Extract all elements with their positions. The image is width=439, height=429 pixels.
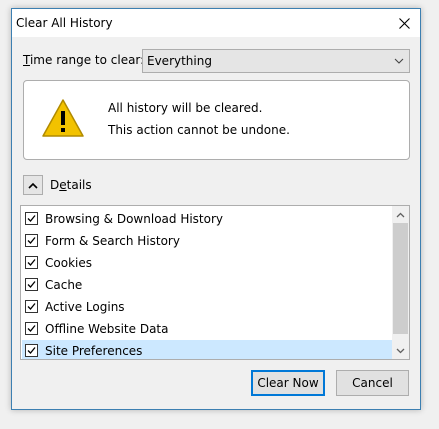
- warning-line-1: All history will be cleared.: [108, 101, 263, 115]
- chevron-up-icon: [396, 212, 405, 217]
- close-icon: [398, 17, 410, 29]
- list-item-label: Site Preferences: [45, 344, 143, 358]
- scroll-down-button[interactable]: [392, 342, 409, 359]
- checkbox[interactable]: [25, 234, 38, 247]
- checkbox[interactable]: [25, 344, 38, 357]
- list-item-label: Cookies: [45, 256, 92, 270]
- list-item[interactable]: Cookies: [22, 252, 392, 274]
- time-range-value: Everything: [147, 54, 212, 68]
- time-range-row: Time range to clear: Everything: [23, 49, 410, 73]
- time-range-select[interactable]: Everything: [142, 49, 410, 73]
- history-items-list[interactable]: Browsing & Download History Form & Searc…: [20, 205, 410, 360]
- checkmark-icon: [27, 325, 36, 332]
- warning-icon: [42, 99, 84, 137]
- checkbox[interactable]: [25, 278, 38, 291]
- list-item[interactable]: Offline Website Data: [22, 318, 392, 340]
- checkbox[interactable]: [25, 322, 38, 335]
- chevron-up-icon: [28, 182, 38, 189]
- warning-panel: All history will be cleared. This action…: [23, 80, 410, 160]
- list-item[interactable]: Cache: [22, 274, 392, 296]
- checkbox[interactable]: [25, 256, 38, 269]
- list-item-label: Active Logins: [45, 300, 125, 314]
- list-item-label: Browsing & Download History: [45, 212, 224, 226]
- clear-history-dialog: Clear All History Time range to clear: E…: [11, 8, 421, 410]
- list-item-label: Form & Search History: [45, 234, 180, 248]
- list-item[interactable]: Browsing & Download History: [22, 208, 392, 230]
- scrollbar-thumb[interactable]: [393, 223, 408, 334]
- vertical-scrollbar[interactable]: [392, 206, 409, 359]
- checkmark-icon: [27, 347, 36, 354]
- cancel-button[interactable]: Cancel: [336, 370, 409, 396]
- chevron-down-icon: [394, 58, 404, 64]
- checkbox[interactable]: [25, 300, 38, 313]
- dialog-title: Clear All History: [16, 16, 113, 30]
- clear-now-button[interactable]: Clear Now: [251, 370, 325, 396]
- details-label: Details: [50, 178, 92, 192]
- warning-line-2: This action cannot be undone.: [108, 123, 290, 137]
- time-range-label: Time range to clear:: [23, 53, 145, 67]
- checkbox[interactable]: [25, 212, 38, 225]
- checkmark-icon: [27, 303, 36, 310]
- list-item-label: Cache: [45, 278, 83, 292]
- list-item-label: Offline Website Data: [45, 322, 169, 336]
- checkmark-icon: [27, 237, 36, 244]
- checkmark-icon: [27, 281, 36, 288]
- checkmark-icon: [27, 215, 36, 222]
- scroll-up-button[interactable]: [392, 206, 409, 223]
- close-button[interactable]: [388, 9, 420, 37]
- chevron-down-icon: [396, 348, 405, 353]
- list-item-selected[interactable]: Site Preferences: [22, 340, 392, 359]
- details-toggle-button[interactable]: [23, 175, 43, 195]
- title-bar: Clear All History: [12, 9, 420, 37]
- list-item[interactable]: Active Logins: [22, 296, 392, 318]
- checkmark-icon: [27, 259, 36, 266]
- list-item[interactable]: Form & Search History: [22, 230, 392, 252]
